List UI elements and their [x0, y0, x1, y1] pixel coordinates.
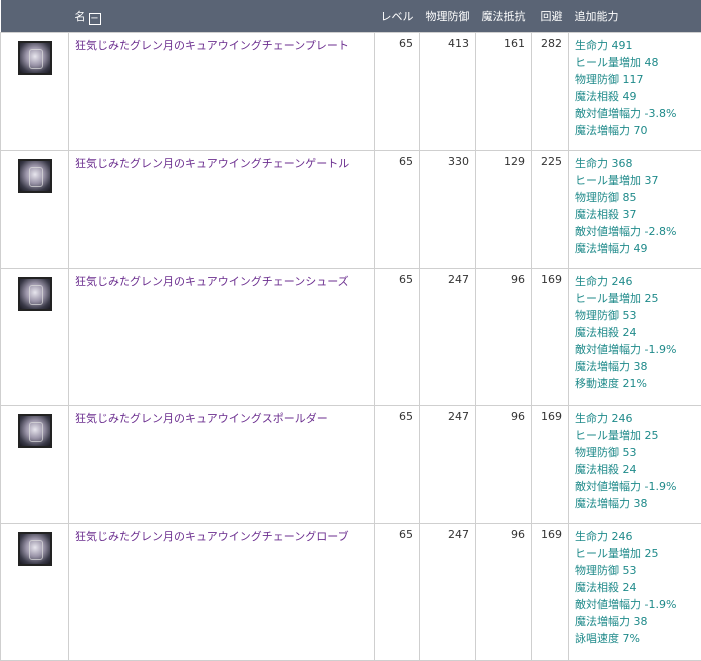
armor-plate-icon[interactable]: [17, 41, 52, 75]
item-table: 名 − レベル 物理防御 魔法抵抗 回避 追加能力 狂気じみたグレン月のキュアウイ…: [0, 0, 701, 661]
item-level: 65: [374, 405, 420, 524]
table-row: 狂気じみたグレン月のキュアウイングスポールダー 65 247 96 169 生命力 246…: [0, 405, 701, 524]
stat-line: 生命力 491: [575, 39, 633, 52]
table-row: 狂気じみたグレン月のキュアウイングチェーングローブ 65 247 96 169 生命力 2…: [0, 523, 701, 661]
item-name-cell: 狂気じみたグレン月のキュアウイングチェーンゲートル: [68, 150, 375, 269]
stat-line: 魔法増幅力 70: [575, 124, 648, 137]
item-extra-stats: 生命力 368 ヒール量増加 37 物理防御 85 魔法相殺 37 敵対値増幅力 -2.…: [568, 150, 701, 269]
header-phys-def[interactable]: 物理防御: [419, 0, 476, 33]
header-icon-col: [0, 0, 69, 33]
item-mag-res: 161: [475, 32, 532, 151]
stat-line: 移動速度 21%: [575, 377, 647, 390]
stat-line: 魔法相殺 24: [575, 581, 637, 594]
item-name-cell: 狂気じみたグレン月のキュアウイングチェーンシューズ: [68, 268, 375, 406]
stat-line: 敵対値増幅力 -1.9%: [575, 598, 677, 611]
item-icon-cell: [0, 150, 69, 269]
item-icon-cell: [0, 523, 69, 661]
stat-line: 魔法増幅力 38: [575, 360, 648, 373]
item-level: 65: [374, 32, 420, 151]
item-evasion: 282: [531, 32, 569, 151]
stat-line: ヒール量増加 25: [575, 292, 659, 305]
stat-line: ヒール量増加 25: [575, 429, 659, 442]
collapse-toggle-icon[interactable]: −: [88, 12, 101, 25]
item-extra-stats: 生命力 246 ヒール量増加 25 物理防御 53 魔法相殺 24 敵対値増幅力 -1.…: [568, 268, 701, 406]
stat-line: 生命力 246: [575, 275, 633, 288]
table-row: 狂気じみたグレン月のキュアウイングチェーンシューズ 65 247 96 169 生命力 2…: [0, 268, 701, 406]
table-row: 狂気じみたグレン月のキュアウイングチェーンゲートル 65 330 129 225 生命力 …: [0, 150, 701, 269]
item-mag-res: 129: [475, 150, 532, 269]
stat-line: 魔法増幅力 38: [575, 615, 648, 628]
item-mag-res: 96: [475, 268, 532, 406]
item-name-link[interactable]: 狂気じみたグレン月のキュアウイングスポールダー: [75, 412, 328, 425]
table-row: 狂気じみたグレン月のキュアウイングチェーンプレート 65 413 161 282 生命力 …: [0, 32, 701, 151]
item-phys-def: 247: [419, 268, 476, 406]
stat-line: 敵対値増幅力 -1.9%: [575, 343, 677, 356]
item-phys-def: 413: [419, 32, 476, 151]
item-phys-def: 247: [419, 523, 476, 661]
item-name-link[interactable]: 狂気じみたグレン月のキュアウイングチェーンゲートル: [75, 157, 349, 170]
item-phys-def: 330: [419, 150, 476, 269]
stat-line: 詠唱速度 7%: [575, 632, 640, 645]
item-name-cell: 狂気じみたグレン月のキュアウイングチェーングローブ: [68, 523, 375, 661]
stat-line: 生命力 368: [575, 157, 633, 170]
item-extra-stats: 生命力 491 ヒール量増加 48 物理防御 117 魔法相殺 49 敵対値増幅力 -3…: [568, 32, 701, 151]
item-level: 65: [374, 268, 420, 406]
item-evasion: 169: [531, 523, 569, 661]
item-phys-def: 247: [419, 405, 476, 524]
item-name-link[interactable]: 狂気じみたグレン月のキュアウイングチェーングローブ: [75, 530, 349, 543]
item-name-cell: 狂気じみたグレン月のキュアウイングスポールダー: [68, 405, 375, 524]
item-extra-stats: 生命力 246 ヒール量増加 25 物理防御 53 魔法相殺 24 敵対値増幅力 -1.…: [568, 523, 701, 661]
item-icon-cell: [0, 268, 69, 406]
armor-shoes-icon[interactable]: [17, 277, 52, 311]
header-evasion[interactable]: 回避: [531, 0, 569, 33]
stat-line: 魔法相殺 49: [575, 90, 637, 103]
header-level[interactable]: レベル: [374, 0, 420, 33]
item-name-link[interactable]: 狂気じみたグレン月のキュアウイングチェーンシューズ: [75, 275, 349, 288]
item-level: 65: [374, 150, 420, 269]
header-extra[interactable]: 追加能力: [568, 0, 701, 33]
header-name-label: 名: [74, 9, 86, 23]
stat-line: 物理防御 53: [575, 564, 637, 577]
stat-line: 魔法相殺 24: [575, 326, 637, 339]
item-evasion: 169: [531, 268, 569, 406]
item-icon-cell: [0, 405, 69, 524]
armor-leggings-icon[interactable]: [17, 159, 52, 193]
item-mag-res: 96: [475, 405, 532, 524]
item-name-cell: 狂気じみたグレン月のキュアウイングチェーンプレート: [68, 32, 375, 151]
stat-line: 敵対値増幅力 -1.9%: [575, 480, 677, 493]
item-mag-res: 96: [475, 523, 532, 661]
stat-line: 魔法相殺 37: [575, 208, 637, 221]
stat-line: ヒール量増加 48: [575, 56, 659, 69]
stat-line: 魔法相殺 24: [575, 463, 637, 476]
stat-line: 魔法増幅力 49: [575, 242, 648, 255]
stat-line: 物理防御 117: [575, 73, 644, 86]
armor-gloves-icon[interactable]: [17, 532, 52, 566]
item-extra-stats: 生命力 246 ヒール量増加 25 物理防御 53 魔法相殺 24 敵対値増幅力 -1.…: [568, 405, 701, 524]
armor-shoulder-icon[interactable]: [17, 414, 52, 448]
stat-line: 生命力 246: [575, 412, 633, 425]
stat-line: 物理防御 53: [575, 446, 637, 459]
header-name[interactable]: 名 −: [68, 0, 375, 33]
stat-line: 魔法増幅力 38: [575, 497, 648, 510]
item-icon-cell: [0, 32, 69, 151]
stat-line: 敵対値増幅力 -2.8%: [575, 225, 677, 238]
stat-line: 敵対値増幅力 -3.8%: [575, 107, 677, 120]
item-name-link[interactable]: 狂気じみたグレン月のキュアウイングチェーンプレート: [75, 39, 349, 52]
stat-line: ヒール量増加 37: [575, 174, 659, 187]
stat-line: 物理防御 85: [575, 191, 637, 204]
item-level: 65: [374, 523, 420, 661]
stat-line: ヒール量増加 25: [575, 547, 659, 560]
stat-line: 物理防御 53: [575, 309, 637, 322]
stat-line: 生命力 246: [575, 530, 633, 543]
table-header-row: 名 − レベル 物理防御 魔法抵抗 回避 追加能力: [0, 0, 701, 33]
item-evasion: 225: [531, 150, 569, 269]
item-evasion: 169: [531, 405, 569, 524]
header-mag-res[interactable]: 魔法抵抗: [475, 0, 532, 33]
